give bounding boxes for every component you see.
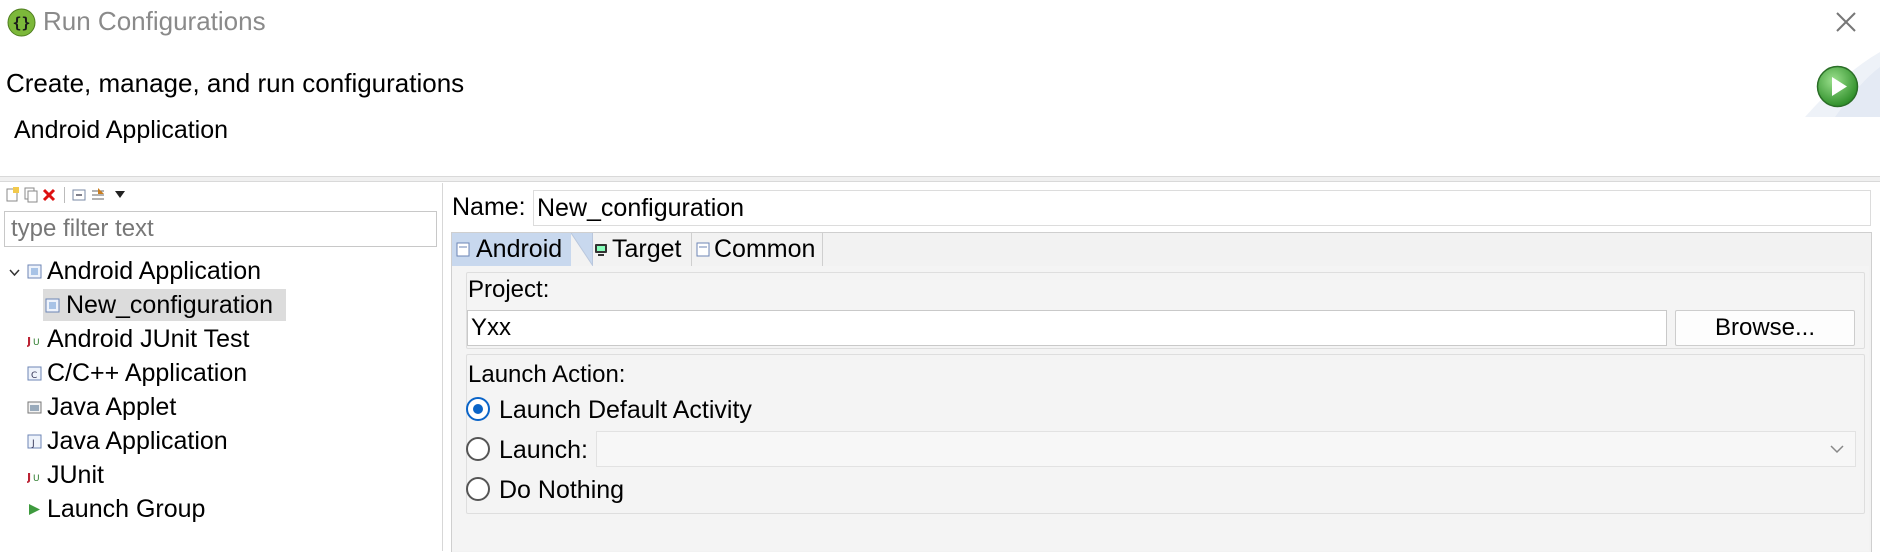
radio-label: Launch Default Activity — [499, 396, 752, 424]
expand-toggle-icon[interactable] — [9, 267, 20, 278]
junit-icon: J U — [27, 471, 40, 483]
svg-text:C: C — [31, 371, 37, 381]
duplicate-icon[interactable] — [23, 187, 39, 203]
svg-text:J: J — [31, 439, 35, 449]
tree-item-label: Java Applet — [47, 393, 177, 421]
radio-unselected-icon[interactable] — [466, 477, 490, 501]
target-device-icon — [595, 244, 607, 256]
delete-icon[interactable] — [41, 187, 57, 203]
name-label: Name: — [452, 193, 526, 221]
android-app-icon — [27, 264, 42, 279]
svg-text:U: U — [33, 474, 40, 483]
tab-slant-decoration — [571, 233, 593, 266]
title-bar — [0, 0, 1880, 44]
new-config-icon[interactable] — [4, 187, 20, 203]
filter-icon[interactable] — [90, 187, 106, 203]
svg-text:J: J — [27, 471, 31, 483]
common-tab-icon — [696, 242, 710, 257]
config-icon — [45, 298, 60, 313]
toolbar-divider — [64, 187, 65, 203]
filter-input[interactable] — [4, 211, 437, 247]
radio-label: Do Nothing — [499, 476, 625, 504]
radio-launch[interactable]: Launch: — [466, 434, 591, 466]
left-toolbar — [0, 184, 442, 206]
radio-label: Launch: — [499, 436, 588, 464]
activity-select[interactable] — [596, 431, 1856, 467]
header-separator — [0, 176, 1880, 182]
project-label: Project: — [468, 276, 550, 303]
chevron-down-icon[interactable] — [1829, 443, 1845, 455]
tree-item-new-configuration[interactable]: New_configuration — [43, 289, 286, 321]
android-tab-icon — [456, 242, 470, 257]
tree-item-label: Launch Group — [47, 495, 206, 523]
tree-item-label: Android JUnit Test — [47, 325, 250, 353]
tree-item-label: Android Application — [47, 257, 262, 285]
project-field[interactable] — [467, 310, 1667, 346]
tree-item-label: C/C++ Application — [47, 359, 248, 387]
tree-item-label: New_configuration — [66, 291, 274, 319]
radio-unselected-icon[interactable] — [466, 437, 490, 461]
svg-text:J: J — [27, 335, 31, 347]
svg-text:{}: {} — [12, 14, 30, 32]
radio-do-nothing[interactable]: Do Nothing — [466, 474, 666, 506]
applet-icon — [27, 401, 42, 414]
page-title: Create, manage, and run configurations — [6, 68, 465, 98]
tab-label: Android — [476, 235, 563, 263]
radio-selected-icon[interactable] — [466, 397, 490, 421]
tab-label: Common — [714, 235, 816, 263]
chevron-down-menu-icon[interactable] — [112, 187, 128, 203]
tab-label: Target — [612, 235, 682, 263]
tab-common[interactable]: Common — [692, 233, 823, 266]
page-subtitle: Android Application — [14, 116, 229, 144]
run-icon[interactable] — [1816, 65, 1859, 108]
window-title: Run Configurations — [43, 6, 266, 36]
c-app-icon: C — [27, 366, 42, 381]
java-app-icon: J — [27, 434, 42, 449]
tree-item-label: Java Application — [47, 427, 228, 455]
launch-action-label: Launch Action: — [468, 361, 626, 388]
junit-icon: J U — [27, 335, 40, 347]
collapse-all-icon[interactable] — [71, 187, 87, 203]
tab-target[interactable]: Target — [592, 233, 692, 266]
eclipse-app-icon: {} — [7, 8, 36, 37]
launch-group-icon — [29, 504, 40, 515]
svg-text:U: U — [33, 338, 40, 347]
name-field[interactable] — [533, 190, 1871, 226]
radio-launch-default-activity[interactable]: Launch Default Activity — [466, 394, 786, 426]
close-icon[interactable] — [1832, 8, 1860, 36]
tree-item-label: JUnit — [47, 461, 104, 489]
browse-button[interactable]: Browse... — [1675, 310, 1855, 346]
